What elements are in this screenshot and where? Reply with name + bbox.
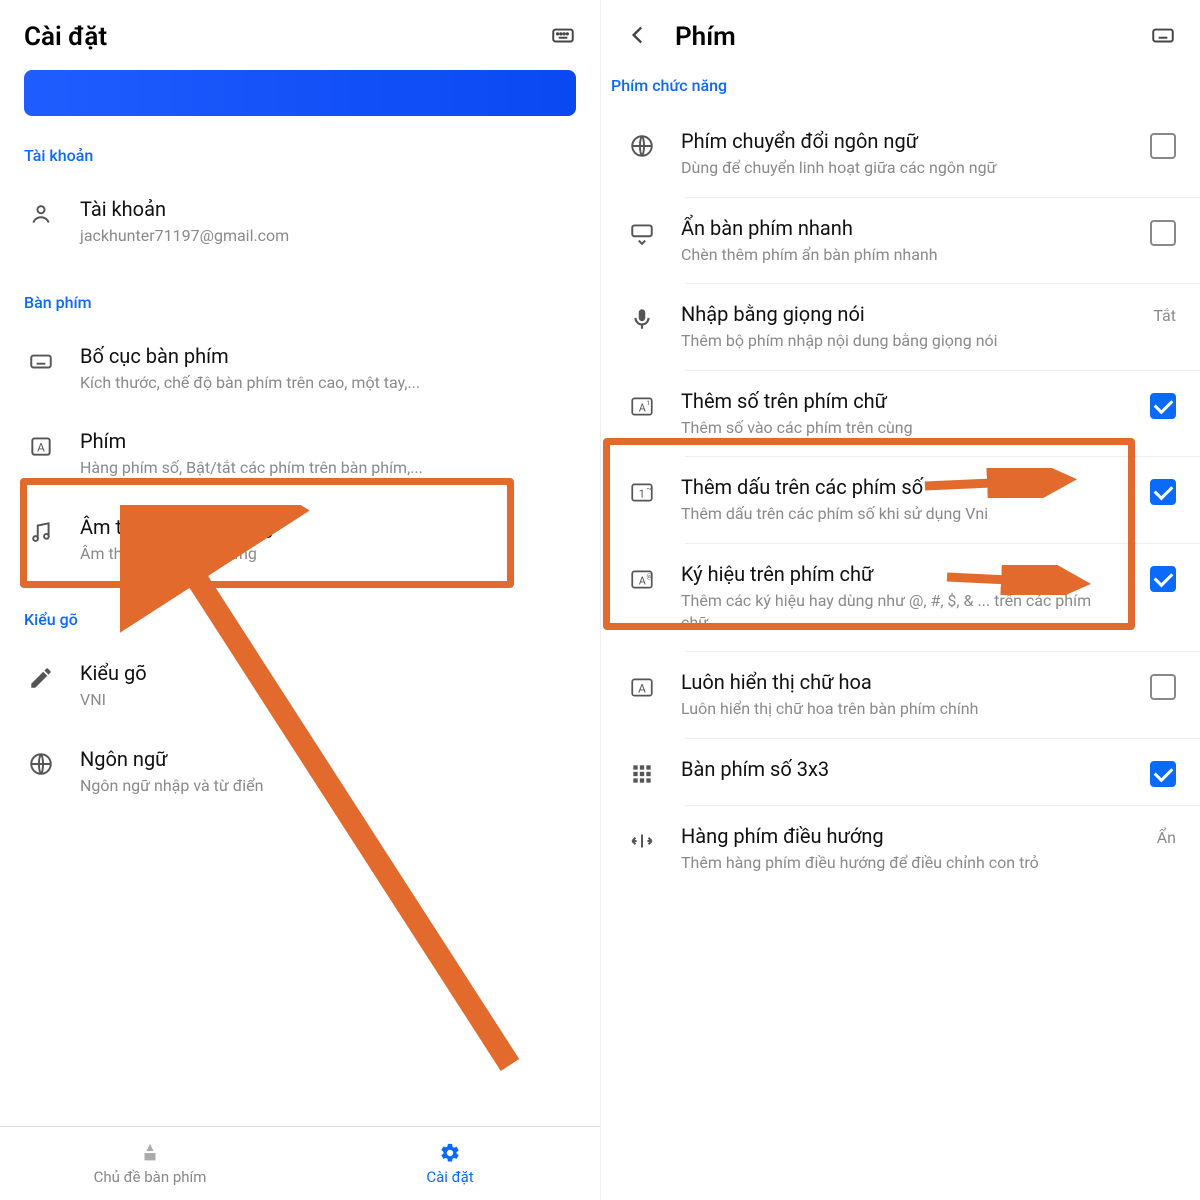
item-uppercase[interactable]: A Luôn hiển thị chữ hoa Luôn hiển thị ch…: [601, 652, 1200, 738]
section-function-keys: Phím chức năng: [601, 70, 1200, 111]
section-typing: Kiểu gõ: [0, 600, 600, 643]
language-title: Ngôn ngữ: [80, 747, 576, 771]
back-icon[interactable]: [625, 22, 651, 52]
item-sound[interactable]: Âm thanh và hiệu ứng Âm thanh, rung, hiệ…: [0, 497, 600, 583]
globe-icon: [24, 751, 58, 777]
key-a-icon: A: [24, 433, 58, 459]
item-navrow[interactable]: Hàng phím điều hướng Thêm hàng phím điều…: [601, 806, 1200, 892]
person-icon: [24, 201, 58, 227]
sound-title: Âm thanh và hiệu ứng: [80, 515, 576, 539]
svg-text:A: A: [639, 574, 646, 587]
numletter-sub: Thêm số vào các phím trên cùng: [681, 417, 1120, 439]
account-title: Tài khoản: [80, 197, 576, 221]
upper-title: Luôn hiển thị chữ hoa: [681, 670, 1120, 694]
one-tilde-icon: 1~: [625, 479, 659, 505]
svg-text:1: 1: [639, 488, 645, 501]
language-sub: Ngôn ngữ nhập và từ điển: [80, 775, 576, 797]
svg-text:@: @: [646, 572, 652, 580]
voice-trail: Tắt: [1153, 306, 1176, 325]
checkbox-hide[interactable]: [1150, 220, 1176, 246]
nav-settings-label: Cài đặt: [426, 1168, 473, 1186]
numpad-title: Bàn phím số 3x3: [681, 757, 1120, 781]
navrow-sub: Thêm hàng phím điều hướng để điều chỉnh …: [681, 852, 1127, 874]
svg-text:A: A: [638, 682, 646, 696]
item-account[interactable]: Tài khoản jackhunter71197@gmail.com: [0, 179, 600, 265]
hide-keyboard-icon: [625, 220, 659, 246]
item-keys[interactable]: A Phím Hàng phím số, Bật/tắt các phím tr…: [0, 411, 600, 497]
checkbox-numpad[interactable]: [1150, 761, 1176, 787]
globe-icon: [625, 133, 659, 159]
voice-sub: Thêm bộ phím nhập nội dung bằng giọng nó…: [681, 330, 1123, 352]
numletter-title: Thêm số trên phím chữ: [681, 389, 1120, 413]
accentnum-title: Thêm dấu trên các phím số: [681, 475, 1120, 499]
page-title: Phím: [675, 22, 736, 52]
checkbox-accentnum[interactable]: [1150, 479, 1176, 505]
layout-sub: Kích thước, chế độ bàn phím trên cao, mộ…: [80, 372, 576, 394]
symbols-sub: Thêm các ký hiệu hay dùng như @, #, $, &…: [681, 590, 1120, 633]
pencil-icon: [24, 665, 58, 691]
navrow-title: Hàng phím điều hướng: [681, 824, 1127, 848]
checkbox-lang[interactable]: [1150, 133, 1176, 159]
header: Phím: [601, 0, 1200, 70]
svg-text:1: 1: [646, 399, 650, 407]
nav-theme[interactable]: Chủ đề bàn phím: [0, 1127, 300, 1200]
voice-title: Nhập bằng giọng nói: [681, 302, 1123, 326]
navrow-trail: Ẩn: [1157, 828, 1176, 847]
keys-sub: Hàng phím số, Bật/tắt các phím trên bàn …: [80, 457, 576, 479]
a-at-icon: A@: [625, 566, 659, 592]
a1-icon: A1: [625, 393, 659, 419]
uppercase-a-icon: A: [625, 674, 659, 700]
item-symbols[interactable]: A@ Ký hiệu trên phím chữ Thêm các ký hiệ…: [601, 544, 1200, 651]
item-layout[interactable]: Bố cục bàn phím Kích thước, chế độ bàn p…: [0, 326, 600, 412]
symbols-title: Ký hiệu trên phím chữ: [681, 562, 1120, 586]
item-accent-on-num[interactable]: 1~ Thêm dấu trên các phím số Thêm dấu tr…: [601, 457, 1200, 543]
typing-title: Kiểu gõ: [80, 661, 576, 685]
keyboard-icon[interactable]: [550, 22, 576, 52]
svg-text:~: ~: [646, 484, 651, 493]
checkbox-upper[interactable]: [1150, 674, 1176, 700]
navrow-icon: [625, 828, 659, 854]
section-keyboard: Bàn phím: [0, 283, 600, 326]
hide-title: Ẩn bàn phím nhanh: [681, 216, 1120, 240]
svg-text:A: A: [639, 401, 646, 414]
nav-theme-label: Chủ đề bàn phím: [94, 1168, 207, 1186]
accentnum-sub: Thêm dấu trên các phím số khi sử dụng Vn…: [681, 503, 1120, 525]
lang-sub: Dùng để chuyển linh hoạt giữa các ngôn n…: [681, 157, 1120, 179]
item-language-switch[interactable]: Phím chuyển đổi ngôn ngữ Dùng để chuyển …: [601, 111, 1200, 197]
item-numpad3x3[interactable]: Bàn phím số 3x3: [601, 739, 1200, 805]
svg-text:A: A: [37, 441, 45, 455]
hide-sub: Chèn thêm phím ẩn bàn phím nhanh: [681, 244, 1120, 266]
keyboard-layout-icon: [24, 348, 58, 374]
account-sub: jackhunter71197@gmail.com: [80, 225, 576, 247]
typing-sub: VNI: [80, 689, 576, 711]
keyboard-icon[interactable]: [1150, 22, 1176, 52]
mic-icon: [625, 306, 659, 332]
lang-title: Phím chuyển đổi ngôn ngữ: [681, 129, 1120, 153]
item-language[interactable]: Ngôn ngữ Ngôn ngữ nhập và từ điển: [0, 729, 600, 815]
banner[interactable]: [24, 70, 576, 116]
keys-title: Phím: [80, 429, 576, 453]
nav-settings[interactable]: Cài đặt: [300, 1127, 600, 1200]
checkbox-symbols[interactable]: [1150, 566, 1176, 592]
item-num-on-letter[interactable]: A1 Thêm số trên phím chữ Thêm số vào các…: [601, 371, 1200, 457]
page-title: Cài đặt: [24, 22, 107, 52]
layout-title: Bố cục bàn phím: [80, 344, 576, 368]
grid-icon: [625, 761, 659, 787]
item-voice-input[interactable]: Nhập bằng giọng nói Thêm bộ phím nhập nộ…: [601, 284, 1200, 370]
section-account: Tài khoản: [0, 136, 600, 179]
upper-sub: Luôn hiển thị chữ hoa trên bàn phím chín…: [681, 698, 1120, 720]
keys-panel: Phím Phím chức năng Phím chuyển đổi ngôn…: [600, 0, 1200, 1200]
music-note-icon: [24, 519, 58, 545]
settings-panel: Cài đặt Tài khoản Tài khoản jackhunter71…: [0, 0, 600, 1200]
bottom-nav: Chủ đề bàn phím Cài đặt: [0, 1126, 600, 1200]
sound-sub: Âm thanh, rung, hiệu ứng: [80, 543, 576, 565]
item-typing[interactable]: Kiểu gõ VNI: [0, 643, 600, 729]
item-hide-keyboard[interactable]: Ẩn bàn phím nhanh Chèn thêm phím ẩn bàn …: [601, 198, 1200, 284]
checkbox-numletter[interactable]: [1150, 393, 1176, 419]
header: Cài đặt: [0, 0, 600, 70]
